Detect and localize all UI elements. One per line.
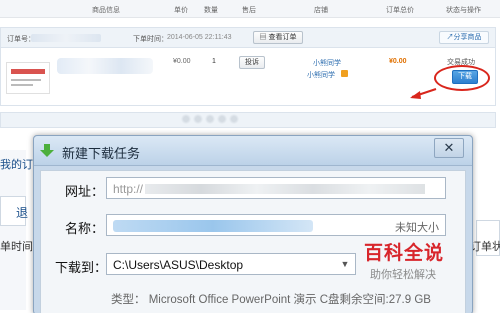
- file-name-redacted: [113, 220, 313, 232]
- next-order-bar: [0, 112, 496, 128]
- dialog-title: 新建下载任务: [62, 146, 141, 161]
- refund-tab-label[interactable]: 退: [16, 204, 28, 221]
- save-path-field[interactable]: C:\Users\ASUS\Desktop ▼: [106, 253, 356, 275]
- download-arrow-icon: [40, 144, 54, 157]
- url-value: http://: [113, 182, 144, 196]
- url-label: 网址：: [65, 184, 105, 199]
- watermark-title: 百科全说: [364, 243, 445, 264]
- side-panel: [0, 150, 26, 310]
- redacted-area: [180, 113, 240, 125]
- new-download-dialog: 新建下载任务 ✕ 网址： http:// 名称： 未知大小 下载到： C:\Us…: [33, 135, 473, 313]
- save-path-value: C:\Users\ASUS\Desktop: [113, 258, 244, 272]
- save-to-label: 下载到：: [55, 260, 108, 275]
- my-orders-label: 我的订: [0, 159, 33, 171]
- close-button[interactable]: ✕: [434, 138, 464, 158]
- chevron-down-icon[interactable]: ▼: [337, 256, 353, 272]
- baike-watermark: 百科全说 助你轻松解决: [358, 238, 476, 286]
- dialog-titlebar[interactable]: 新建下载任务 ✕: [34, 136, 472, 166]
- file-info: 类型： Microsoft Office PowerPoint 演示 C盘剩余空…: [111, 294, 431, 306]
- watermark-subtitle: 助你轻松解决: [370, 269, 436, 281]
- file-size: 未知大小: [395, 222, 439, 234]
- file-name-field[interactable]: 未知大小: [106, 214, 446, 236]
- name-label: 名称：: [65, 221, 105, 236]
- url-redacted: [145, 184, 425, 194]
- url-field[interactable]: http://: [106, 177, 446, 199]
- order-time-col-label: 单时间: [0, 241, 33, 253]
